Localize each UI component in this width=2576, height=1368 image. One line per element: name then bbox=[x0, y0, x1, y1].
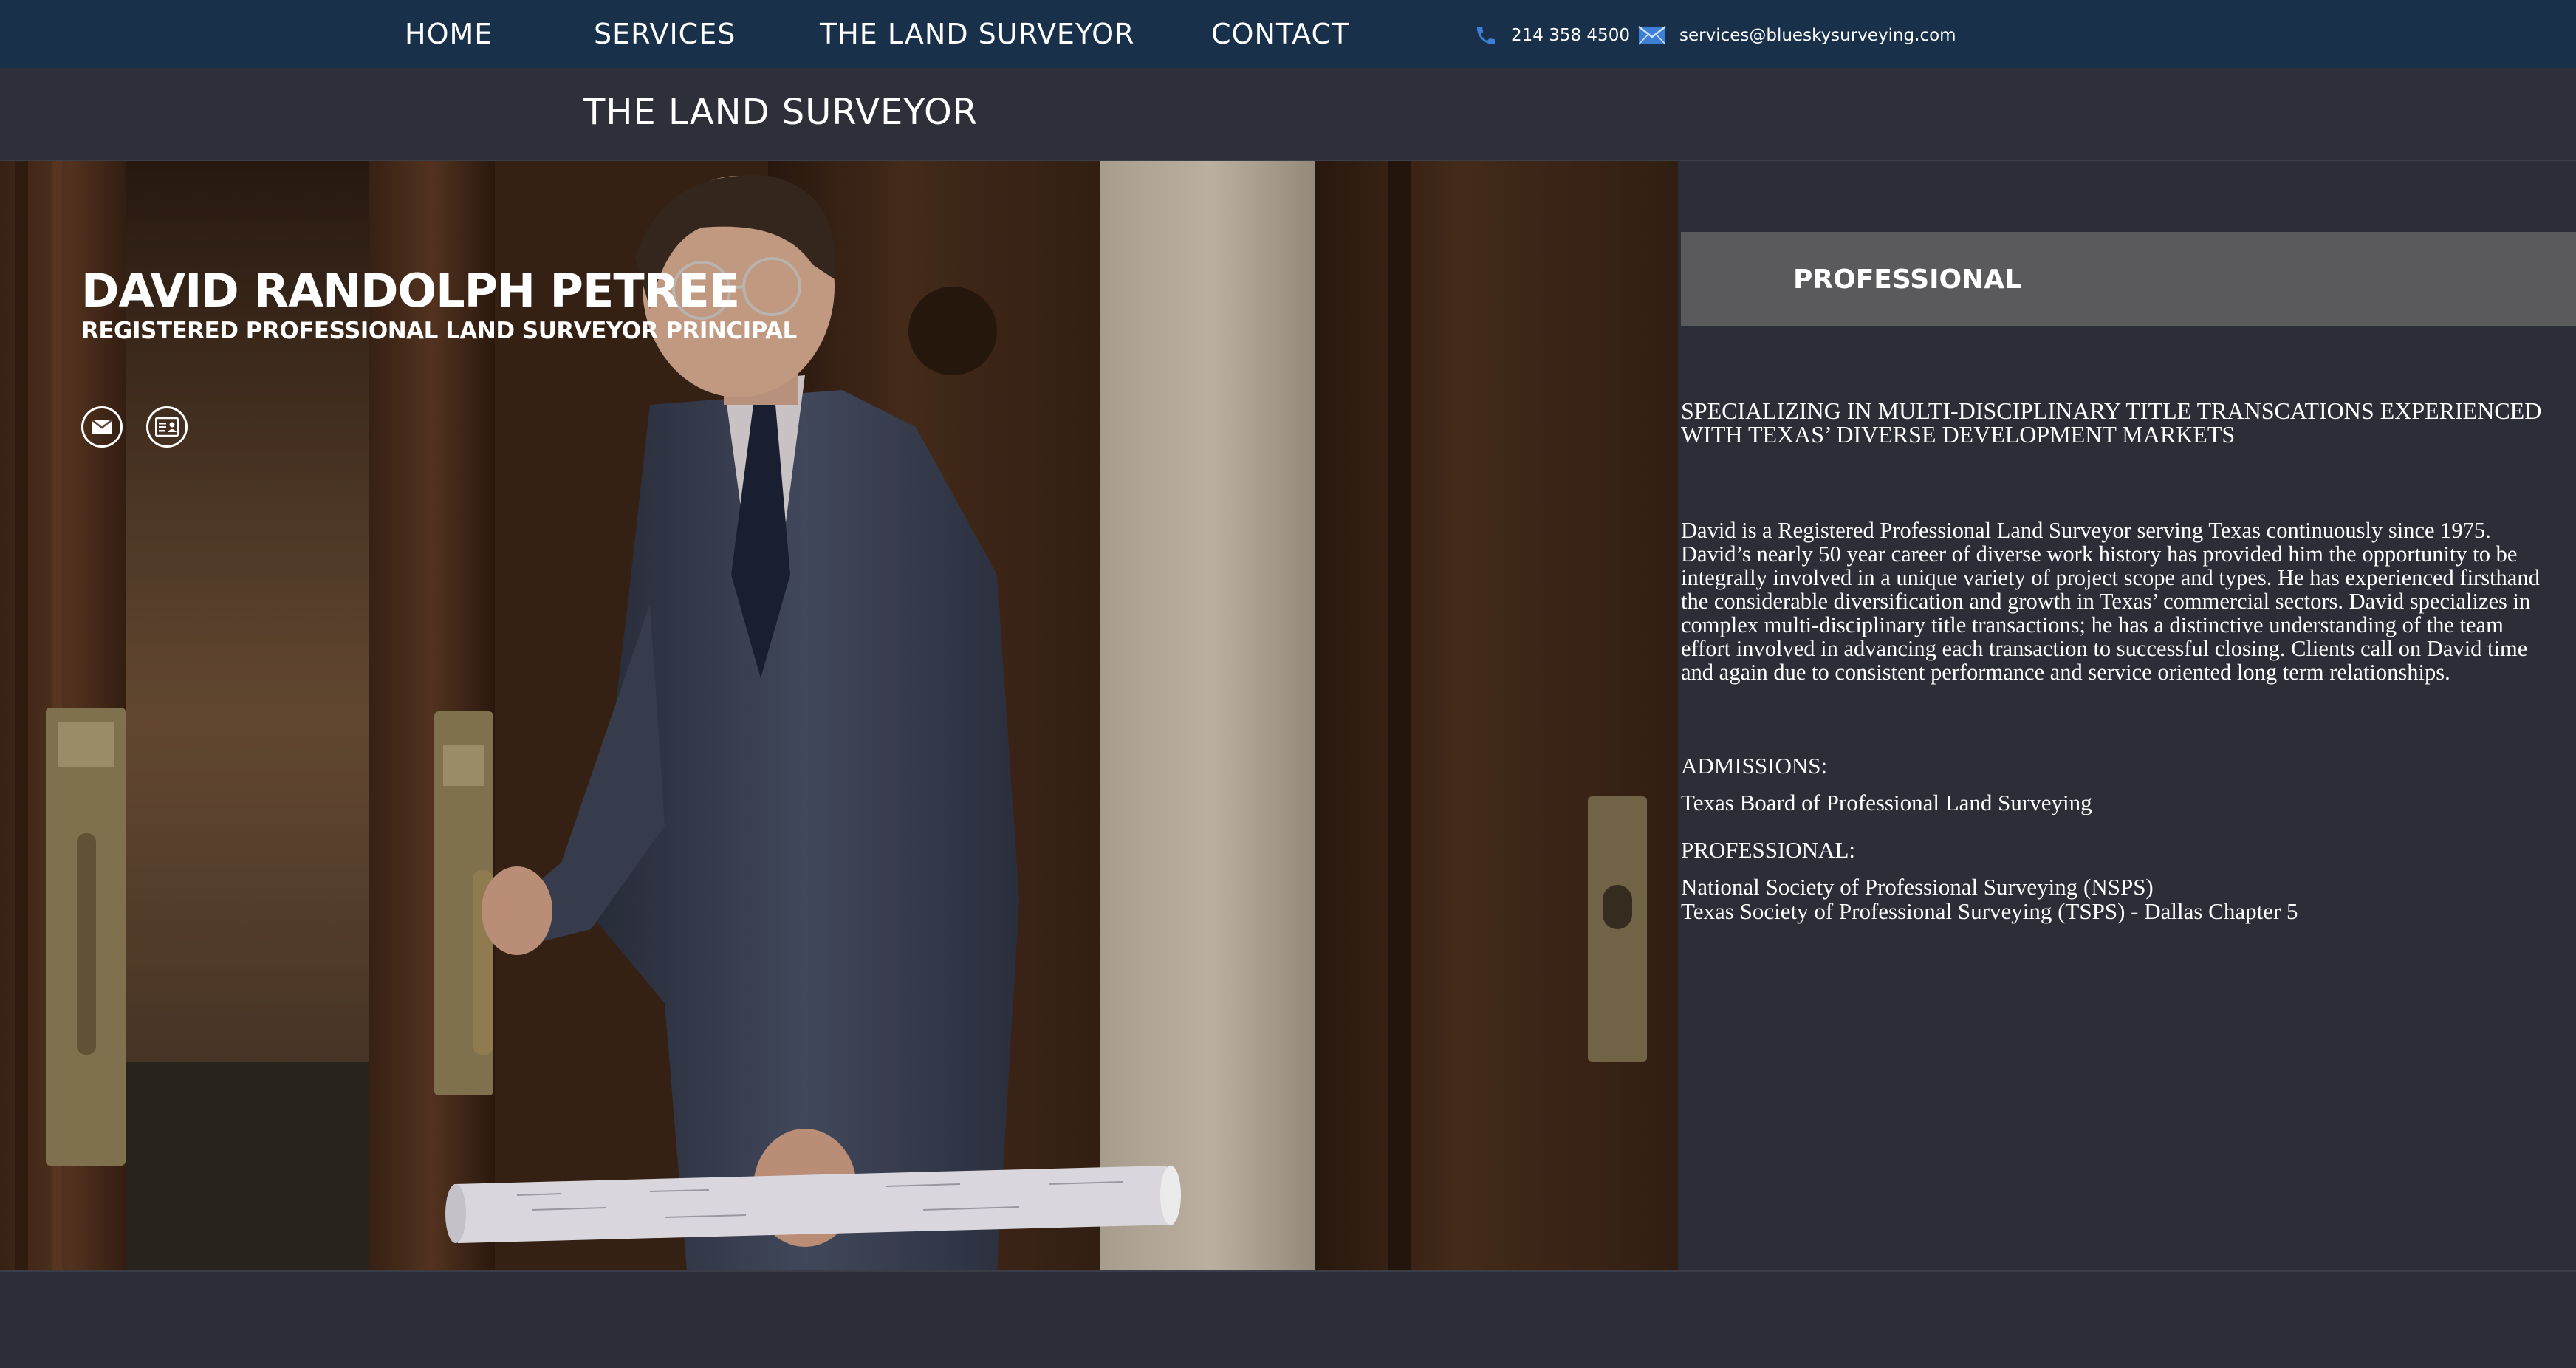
section-title: PROFESSIONAL bbox=[1793, 264, 2022, 295]
professional-item: Texas Society of Professional Surveying … bbox=[1681, 898, 2298, 924]
admissions-label: ADMISSIONS: bbox=[1681, 753, 1828, 779]
bio-line: complex multi-disciplinary title transac… bbox=[1681, 612, 2504, 637]
profile-role: REGISTERED PROFESSIONAL LAND SURVEYOR PR… bbox=[81, 318, 797, 344]
bio-line: effort involved in advancing each transa… bbox=[1681, 636, 2528, 661]
admissions-item: Texas Board of Professional Land Surveyi… bbox=[1681, 790, 2092, 815]
professional-item: National Society of Professional Surveyi… bbox=[1681, 874, 2154, 900]
vcard-button[interactable] bbox=[146, 406, 188, 448]
phone-icon bbox=[1477, 27, 1495, 44]
profile-name: DAVID RANDOLPH PETREE bbox=[81, 264, 740, 318]
profile-details-panel: PROFESSIONAL SPECIALIZING IN MULTI-DISCI… bbox=[1678, 161, 2576, 1270]
nav-services[interactable]: SERVICES bbox=[594, 15, 736, 53]
bio-line: and again due to consistent performance … bbox=[1681, 660, 2450, 685]
footer bbox=[0, 1270, 2576, 1368]
hero-photo: DAVID RANDOLPH PETREE REGISTERED PROFESS… bbox=[0, 161, 1678, 1270]
phone-contact[interactable]: 214 358 4500 bbox=[1474, 21, 1630, 50]
email-button[interactable] bbox=[81, 406, 123, 448]
nav-home[interactable]: HOME bbox=[405, 15, 493, 53]
vcard-icon bbox=[155, 417, 179, 437]
professional-label: PROFESSIONAL: bbox=[1681, 837, 1855, 863]
bio-line: David is a Registered Professional Land … bbox=[1681, 518, 2491, 543]
email-contact[interactable]: services@blueskysurveying.com bbox=[1638, 21, 1956, 50]
phone-number[interactable]: 214 358 4500 bbox=[1511, 26, 1630, 45]
tagline: SPECIALIZING IN MULTI-DISCIPLINARY TITLE… bbox=[1681, 399, 2576, 446]
nav-the-land-surveyor[interactable]: THE LAND SURVEYOR bbox=[820, 15, 1134, 53]
page-title-bar: THE LAND SURVEYOR bbox=[0, 68, 2576, 161]
envelope-icon bbox=[1638, 26, 1666, 45]
tagline-line: SPECIALIZING IN MULTI-DISCIPLINARY TITLE… bbox=[1681, 397, 2542, 424]
bio-line: integrally involved in a unique variety … bbox=[1681, 565, 2540, 590]
email-address[interactable]: services@blueskysurveying.com bbox=[1679, 26, 1956, 45]
nav-contact[interactable]: CONTACT bbox=[1211, 15, 1349, 53]
bio-paragraph: David is a Registered Professional Land … bbox=[1681, 519, 2576, 684]
section-header-bar: PROFESSIONAL bbox=[1681, 232, 2576, 326]
bio-line: the considerable diversification and gro… bbox=[1681, 589, 2531, 614]
mail-icon bbox=[91, 419, 113, 434]
bio-line: David’s nearly 50 year career of diverse… bbox=[1681, 541, 2518, 567]
page-title: THE LAND SURVEYOR bbox=[583, 92, 979, 133]
top-navigation: HOME SERVICES THE LAND SURVEYOR CONTACT … bbox=[0, 0, 2576, 68]
tagline-line: WITH TEXAS’ DIVERSE DEVELOPMENT MARKETS bbox=[1681, 421, 2236, 448]
